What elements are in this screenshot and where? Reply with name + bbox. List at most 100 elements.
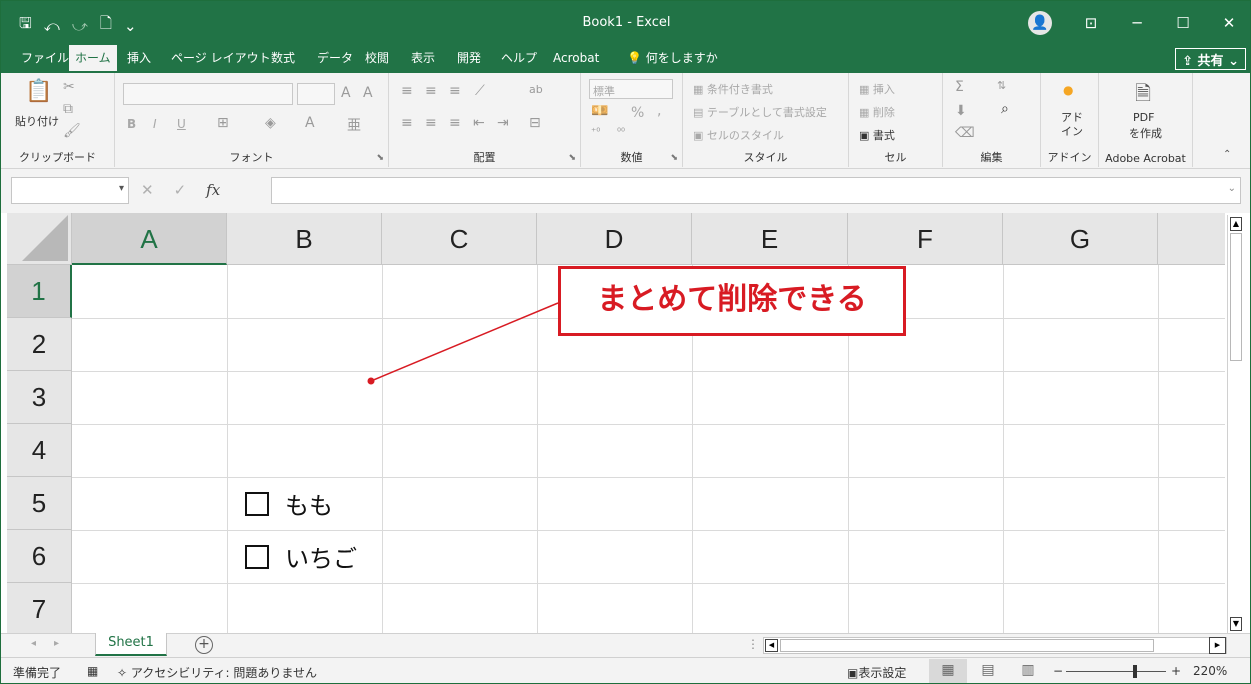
copy-icon[interactable]: ⧉ — [63, 101, 73, 117]
align-center-icon[interactable]: ≡ — [425, 115, 437, 131]
align-right-icon[interactable]: ≡ — [449, 115, 461, 131]
worksheet-grid[interactable]: A B C D E F G 1 2 3 4 5 6 7 もも いちご まとめて削… — [7, 213, 1225, 633]
phonetic-icon[interactable]: 亜 — [347, 115, 361, 135]
scroll-left-arrow-icon[interactable]: ◀ — [765, 639, 778, 652]
next-sheet-icon[interactable]: ▸ — [54, 638, 59, 649]
zoom-in-icon[interactable]: + — [1171, 664, 1181, 678]
zoom-slider-track[interactable] — [1066, 671, 1166, 672]
font-name-select[interactable] — [123, 83, 293, 105]
font-size-select[interactable] — [297, 83, 335, 105]
tab-file[interactable]: ファイル — [15, 45, 75, 73]
collapse-ribbon-icon[interactable]: ⌃ — [1223, 149, 1231, 160]
fill-icon[interactable]: ⬇ — [955, 103, 967, 119]
close-button[interactable]: ✕ — [1206, 14, 1250, 32]
pdf-icon[interactable]: 🗎 — [1135, 79, 1151, 113]
horizontal-scrollbar[interactable]: ◀ — [763, 637, 1227, 654]
scroll-right-arrow-icon[interactable]: ▶ — [1209, 637, 1226, 654]
percent-button[interactable]: % — [631, 105, 644, 121]
tab-data[interactable]: データ — [311, 45, 359, 73]
vertical-scroll-thumb[interactable] — [1230, 233, 1242, 361]
account-avatar-icon[interactable]: 👤 — [1028, 11, 1052, 35]
align-left-icon[interactable]: ≡ — [401, 115, 413, 131]
tab-formulas[interactable]: 数式 — [265, 45, 301, 73]
tab-developer[interactable]: 開発 — [451, 45, 487, 73]
increase-indent-icon[interactable]: ⇥ — [497, 115, 509, 131]
addin-button[interactable]: アド イン — [1061, 111, 1083, 139]
orientation-icon[interactable]: ⟋ — [475, 83, 485, 99]
number-format-select[interactable]: 標準 — [589, 79, 673, 99]
insert-function-icon[interactable]: fx — [206, 181, 220, 199]
align-bottom-icon[interactable]: ≡ — [449, 83, 461, 99]
zoom-level[interactable]: 220% — [1193, 664, 1227, 678]
tab-view[interactable]: 表示 — [405, 45, 441, 73]
ribbon-display-icon[interactable]: ⊡ — [1068, 14, 1114, 32]
expand-formula-icon[interactable]: ⌄ — [1228, 183, 1236, 194]
accessibility-status[interactable]: ✧ アクセシビリティ: 問題ありません — [117, 664, 317, 681]
format-cells-button[interactable]: ▣ 書式 — [859, 127, 895, 143]
increase-decimal-icon[interactable]: ⁺⁰ — [591, 127, 600, 138]
find-select-icon[interactable]: ⌕ — [1001, 101, 1009, 117]
tab-page-layout[interactable]: ページ レイアウト — [165, 45, 277, 73]
paste-icon[interactable]: 📋 — [25, 79, 52, 104]
add-sheet-icon[interactable]: + — [195, 636, 213, 654]
border-icon[interactable]: ⊞ — [217, 115, 229, 131]
delete-cells-button[interactable]: ▦ 削除 — [859, 104, 895, 120]
share-button[interactable]: ⇪ 共有 ⌄ — [1175, 48, 1246, 70]
cancel-icon[interactable]: ✕ — [141, 181, 154, 199]
grow-font-icon[interactable]: A — [341, 85, 351, 101]
underline-button[interactable]: U — [177, 117, 186, 131]
comma-button[interactable]: , — [657, 103, 661, 119]
page-layout-view-icon[interactable]: ▤ — [969, 659, 1007, 683]
tab-home[interactable]: ホーム — [69, 45, 117, 73]
macro-record-icon[interactable]: ▦ — [87, 664, 98, 678]
create-pdf-line2[interactable]: を作成 — [1129, 125, 1162, 141]
zoom-slider-thumb[interactable] — [1133, 665, 1137, 678]
tab-help[interactable]: ヘルプ — [495, 45, 543, 73]
tell-me-search[interactable]: 💡 何をしますか — [621, 45, 724, 73]
zoom-out-icon[interactable]: − — [1053, 664, 1063, 678]
scroll-up-arrow-icon[interactable]: ▲ — [1230, 217, 1242, 231]
paste-button[interactable]: 貼り付け — [15, 113, 59, 129]
page-break-view-icon[interactable]: ▥ — [1009, 659, 1047, 683]
sort-filter-icon[interactable]: ⇅ — [997, 79, 1006, 92]
vertical-scrollbar[interactable]: ▲ ▼ — [1227, 215, 1244, 633]
scroll-down-arrow-icon[interactable]: ▼ — [1230, 617, 1242, 631]
number-dialog-launcher-icon[interactable]: ⬊ — [670, 153, 678, 163]
create-pdf-line1[interactable]: PDF — [1133, 111, 1154, 124]
bold-button[interactable]: B — [127, 117, 136, 131]
cut-icon[interactable]: ✂ — [63, 79, 75, 95]
addin-icon[interactable]: ● — [1063, 83, 1073, 97]
format-painter-icon[interactable]: 🖌 — [63, 123, 81, 139]
autosum-icon[interactable]: Σ — [955, 79, 964, 95]
prev-sheet-icon[interactable]: ◂ — [31, 638, 36, 649]
font-dialog-launcher-icon[interactable]: ⬊ — [376, 153, 384, 163]
merge-center-icon[interactable]: ⊟ — [529, 115, 541, 131]
tab-split-handle-icon[interactable]: ⋮ — [747, 637, 759, 651]
maximize-button[interactable]: ☐ — [1160, 14, 1206, 32]
conditional-formatting-button[interactable]: ▦ 条件付き書式 — [693, 81, 773, 97]
formula-input[interactable]: ⌄ — [271, 177, 1241, 204]
normal-view-icon[interactable]: ▦ — [929, 659, 967, 683]
tab-insert[interactable]: 挿入 — [121, 45, 157, 73]
alignment-dialog-launcher-icon[interactable]: ⬊ — [568, 153, 576, 163]
decrease-decimal-icon[interactable]: ⁰⁰ — [617, 127, 625, 138]
minimize-button[interactable]: ─ — [1114, 14, 1160, 32]
display-settings-button[interactable]: ▣表示設定 — [847, 664, 906, 681]
format-as-table-button[interactable]: ▤ テーブルとして書式設定 — [693, 104, 827, 120]
fill-color-icon[interactable]: ◈ — [265, 115, 276, 131]
enter-icon[interactable]: ✓ — [174, 181, 187, 199]
cell-styles-button[interactable]: ▣ セルのスタイル — [693, 127, 784, 143]
horizontal-scroll-thumb[interactable] — [780, 639, 1154, 652]
tab-review[interactable]: 校閲 — [359, 45, 395, 73]
shrink-font-icon[interactable]: A — [363, 85, 373, 101]
accounting-format-icon[interactable]: 💴 — [591, 103, 608, 119]
name-box[interactable]: ▾ — [11, 177, 129, 204]
clear-icon[interactable]: ⌫ — [955, 125, 975, 141]
align-middle-icon[interactable]: ≡ — [425, 83, 437, 99]
font-color-icon[interactable]: A — [305, 115, 315, 131]
decrease-indent-icon[interactable]: ⇤ — [473, 115, 485, 131]
italic-button[interactable]: I — [153, 117, 157, 131]
sheet-tab-sheet1[interactable]: Sheet1 — [95, 633, 167, 656]
wrap-text-icon[interactable]: ab — [529, 83, 543, 96]
align-top-icon[interactable]: ≡ — [401, 83, 413, 99]
